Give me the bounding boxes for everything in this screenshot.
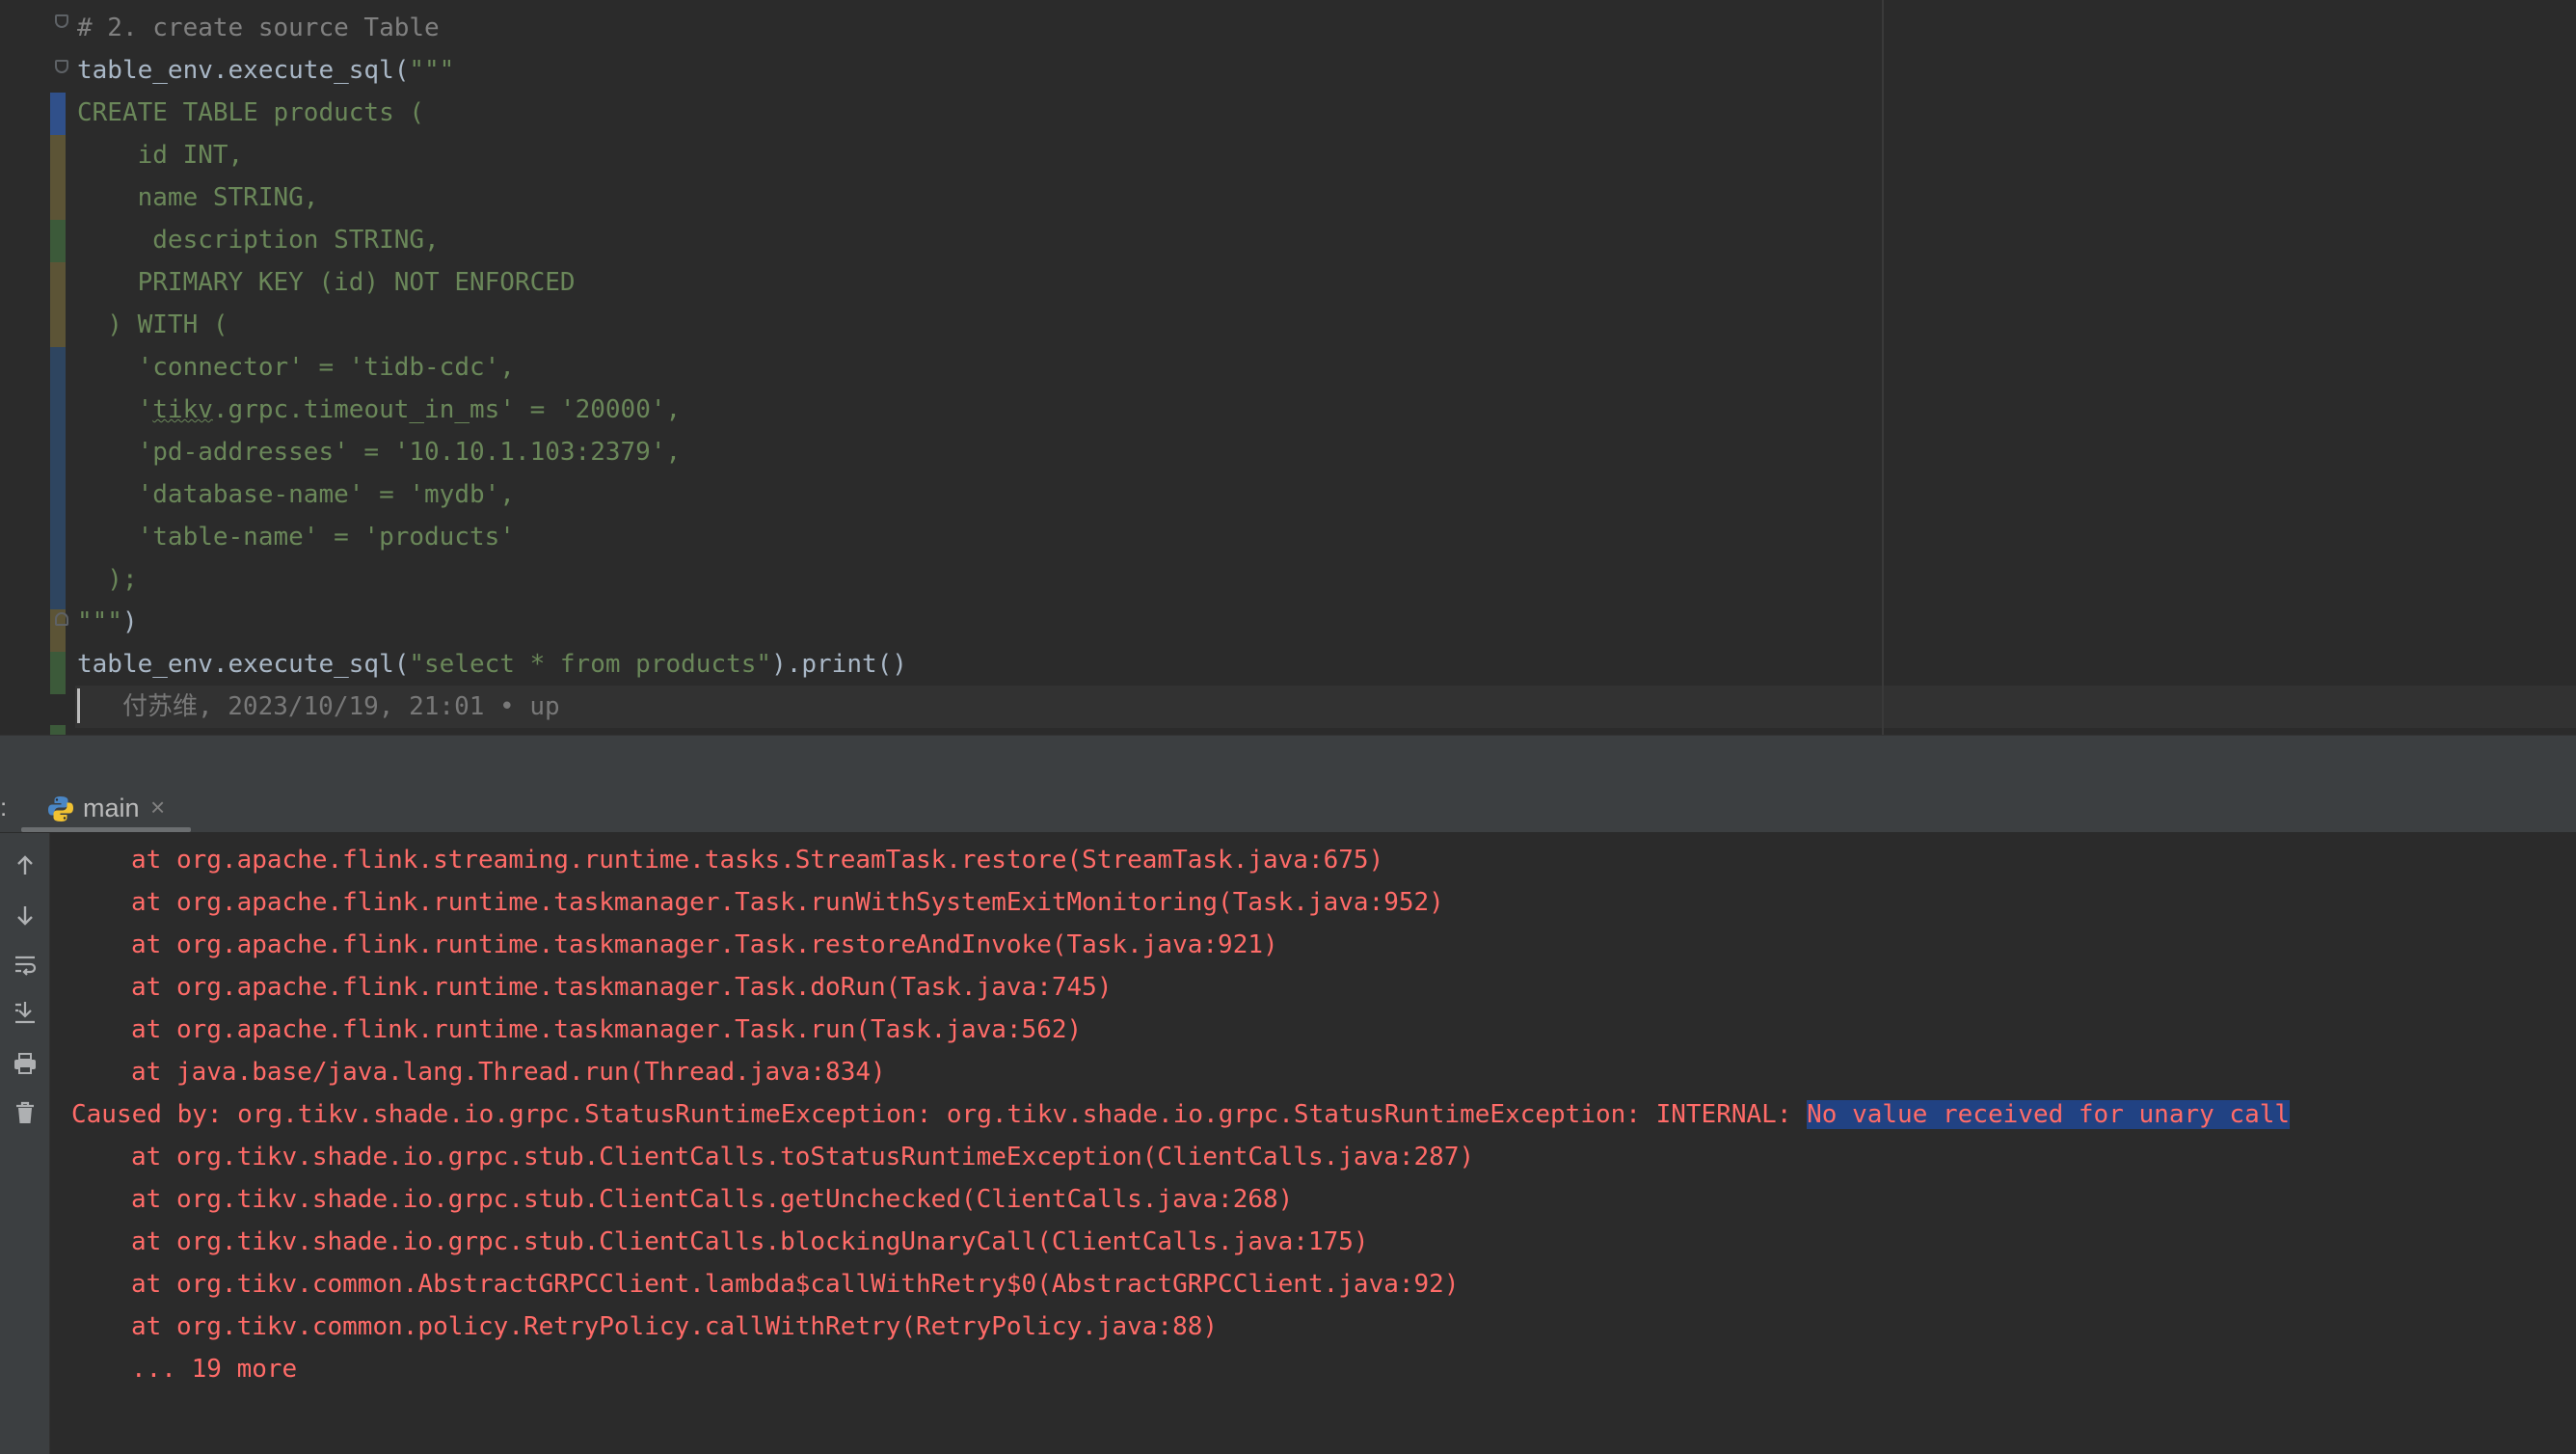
python-icon [48,796,73,821]
run-tab-main[interactable]: main × [21,787,191,833]
console-text: at org.tikv.shade.io.grpc.stub.ClientCal… [131,1227,1369,1256]
stack-frame-line[interactable]: at org.apache.flink.runtime.taskmanager.… [71,924,2290,966]
code-token: 'connector' = 'tidb-cdc', [77,353,515,382]
code-line[interactable]: table_env.execute_sql(""" [77,49,1880,92]
code-token: description STRING, [77,226,440,255]
code-token: ) [121,607,138,636]
stack-frame-line[interactable]: at java.base/java.lang.Thread.run(Thread… [71,1051,2290,1093]
console-text: at org.apache.flink.runtime.taskmanager.… [131,888,1444,917]
code-line[interactable]: ); [77,558,1880,601]
console-text: Caused by: org.tikv.shade.io.grpc.Status… [71,1100,1808,1129]
fold-marker-icon[interactable] [55,14,68,28]
console-text: at org.tikv.shade.io.grpc.stub.ClientCal… [131,1185,1294,1214]
code-line[interactable]: table_env.execute_sql("select * from pro… [77,643,1880,686]
exception-line[interactable]: Caused by: org.tikv.shade.io.grpc.Status… [71,1093,2291,1136]
code-token: ); [77,565,138,594]
code-token: ).print() [771,650,907,679]
stack-frame-line[interactable]: at org.apache.flink.streaming.runtime.ta… [71,839,2290,881]
editor-gutter[interactable] [0,0,75,735]
code-token: 'database-name' = 'mydb', [77,480,515,509]
console-text: at org.apache.flink.runtime.taskmanager.… [131,930,1278,959]
code-line[interactable]: 'database-name' = 'mydb', [77,473,1880,516]
text-caret [77,688,80,723]
code-token: .grpc.timeout_in_ms' = '20000', [212,395,682,424]
stack-frame-line[interactable]: at org.tikv.shade.io.grpc.stub.ClientCal… [71,1221,2290,1263]
code-token: table_env.execute_sql( [77,56,410,85]
console-lines: at org.apache.flink.streaming.runtime.ta… [71,839,2291,1390]
stack-frame-line[interactable]: ... 19 more [71,1348,2290,1390]
console-text: at java.base/java.lang.Thread.run(Thread… [131,1058,886,1087]
code-token: "select * from products" [409,650,772,679]
stack-frame-line[interactable]: at org.tikv.shade.io.grpc.stub.ClientCal… [71,1136,2290,1178]
console-text: at org.tikv.common.policy.RetryPolicy.ca… [131,1312,1219,1341]
right-margin-guide [1882,0,1884,735]
code-token: id INT, [77,141,244,170]
console-text: at org.apache.flink.streaming.runtime.ta… [131,846,1384,875]
trash-icon[interactable] [6,1093,44,1132]
vcs-added-marker[interactable] [50,220,66,262]
code-line[interactable]: PRIMARY KEY (id) NOT ENFORCED [77,261,1880,304]
soft-wrap-icon[interactable] [6,945,44,983]
code-token: PRIMARY KEY (id) NOT ENFORCED [77,268,576,297]
active-tab-indicator [21,827,191,832]
stack-frame-line[interactable]: at org.tikv.common.policy.RetryPolicy.ca… [71,1306,2290,1348]
vcs-modified-marker[interactable] [50,262,66,347]
code-token: table_env.execute_sql( [77,650,410,679]
console-output[interactable]: at org.apache.flink.streaming.runtime.ta… [50,833,2576,1454]
code-token: CREATE TABLE products ( [77,98,425,127]
code-line[interactable]: CREATE TABLE products ( [77,92,1880,134]
stack-frame-line[interactable]: at org.apache.flink.runtime.taskmanager.… [71,1009,2290,1051]
code-token: 付苏维, 2023/10/19, 21:01 • up [77,692,560,721]
code-editor[interactable]: # 2. create source Table table_env.execut… [0,0,2576,735]
code-token: """ [409,56,455,85]
code-line[interactable]: 'table-name' = 'products' [77,516,1880,558]
selected-text: No value received for unary call [1807,1100,2291,1129]
vcs-added-marker[interactable] [50,725,66,735]
vcs-added-marker[interactable] [50,652,66,694]
console-text: at org.tikv.common.AbstractGRPCClient.la… [131,1270,1460,1299]
console-text: ... 19 more [131,1355,298,1384]
code-token: name STRING, [77,183,319,212]
code-line[interactable]: 'tikv.grpc.timeout_in_ms' = '20000', [77,389,1880,431]
code-token: 'table-name' = 'products' [77,523,515,552]
code-token: """ [77,607,122,636]
code-token: # 2. create source Table [77,13,440,42]
up-arrow-icon[interactable] [6,847,44,885]
stack-frame-line[interactable]: at org.tikv.shade.io.grpc.stub.ClientCal… [71,1178,2290,1221]
code-token: tikv [152,395,213,424]
console-text: at org.apache.flink.runtime.taskmanager.… [131,1015,1083,1044]
run-tool-window-header: : main × [0,787,2576,833]
code-line[interactable]: 'pd-addresses' = '10.10.1.103:2379', [77,431,1880,473]
code-line[interactable]: description STRING, [77,219,1880,261]
stack-frame-line[interactable]: at org.apache.flink.runtime.taskmanager.… [71,881,2290,924]
panel-splitter[interactable] [0,735,2576,787]
code-line[interactable]: # 2. create source Table [77,7,1880,49]
code-line[interactable]: id INT, [77,134,1880,176]
code-content[interactable]: # 2. create source Table table_env.execut… [77,7,1880,728]
console-toolbar [0,833,50,1454]
code-line[interactable]: 'connector' = 'tidb-cdc', [77,346,1880,389]
run-tab-label: main [83,794,140,822]
down-arrow-icon[interactable] [6,896,44,934]
vcs-modified-marker[interactable] [50,93,66,135]
code-token: 'pd-addresses' = '10.10.1.103:2379', [77,438,682,467]
console-text: at org.tikv.shade.io.grpc.stub.ClientCal… [131,1143,1475,1171]
code-line[interactable]: name STRING, [77,176,1880,219]
print-icon[interactable] [6,1044,44,1083]
code-line[interactable]: """) [77,601,1880,643]
console-text: at org.apache.flink.runtime.taskmanager.… [131,973,1113,1002]
stack-frame-line[interactable]: at org.tikv.common.AbstractGRPCClient.la… [71,1263,2290,1306]
close-icon[interactable]: × [150,793,165,822]
stack-frame-line[interactable]: at org.apache.flink.runtime.taskmanager.… [71,966,2290,1009]
code-token: ) WITH ( [77,310,228,339]
vcs-modified-marker[interactable] [50,347,66,609]
fold-marker-icon[interactable] [55,612,68,626]
vcs-modified-marker[interactable] [50,135,66,220]
scroll-to-end-icon[interactable] [6,993,44,1032]
code-line[interactable]: ) WITH ( [77,304,1880,346]
code-token: ' [77,395,153,424]
run-label-fragment: : [0,793,8,821]
code-line[interactable]: 付苏维, 2023/10/19, 21:01 • up [77,686,1880,728]
fold-marker-icon[interactable] [55,60,68,73]
